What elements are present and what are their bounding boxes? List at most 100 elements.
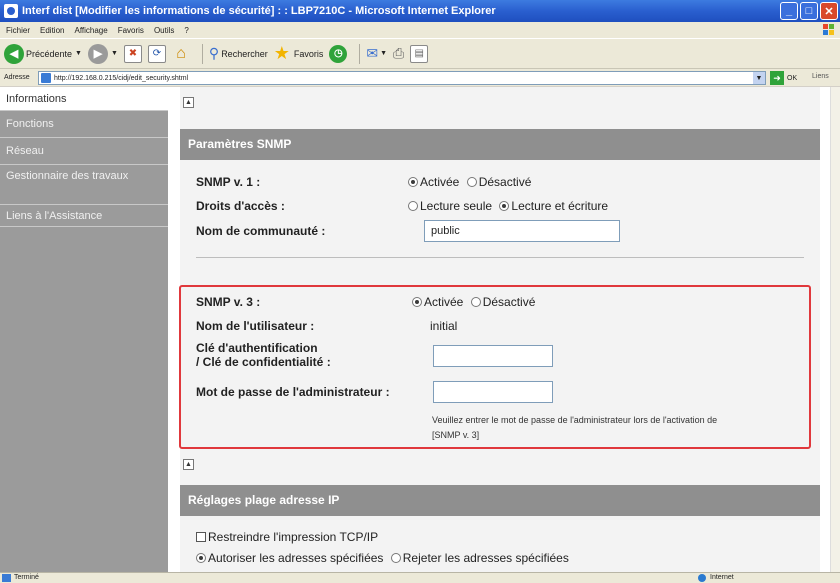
- menu-edit[interactable]: Edition: [40, 26, 64, 35]
- internet-explorer-icon: [4, 4, 18, 18]
- collapse-icon[interactable]: ▲: [183, 459, 194, 470]
- sidebar-item-gestionnaire-des-travaux[interactable]: Gestionnaire des travaux: [0, 165, 168, 205]
- radio-icon: [390, 553, 401, 563]
- maximize-button[interactable]: □: [800, 2, 818, 20]
- reject-addresses-radio[interactable]: Rejeter les adresses spécifiées: [390, 551, 569, 565]
- radio-checked-icon: [196, 553, 206, 563]
- address-input[interactable]: http://192.168.0.215/cidj/edit_security.…: [38, 71, 766, 85]
- toolbar: ◀ Précédente ▼ ▶ ▼ ✖ ⟳ ⌂ ⚲ Rechercher ★ …: [0, 38, 840, 68]
- sidebar-item-fonctions[interactable]: Fonctions: [0, 111, 168, 138]
- user-name-label: Nom de l'utilisateur :: [196, 319, 315, 333]
- vertical-scrollbar[interactable]: [830, 87, 840, 572]
- history-icon: ◷: [329, 44, 348, 63]
- page-viewport: Informations Fonctions Réseau Gestionnai…: [0, 87, 830, 572]
- menu-tools[interactable]: Outils: [154, 26, 174, 35]
- radio-checked-icon: [408, 177, 418, 187]
- search-button[interactable]: ⚲ Rechercher: [209, 45, 268, 62]
- restrict-tcpip-checkbox[interactable]: Restreindre l'impression TCP/IP: [196, 530, 378, 544]
- sidebar-item-reseau[interactable]: Réseau: [0, 138, 168, 165]
- menu-view[interactable]: Affichage: [74, 26, 107, 35]
- read-write-radio[interactable]: Lecture et écriture: [499, 199, 608, 213]
- forward-button[interactable]: ▶ ▼: [87, 43, 118, 64]
- access-rights-options: Lecture seule Lecture et écriture: [408, 199, 608, 213]
- ip-section-header: Réglages plage adresse IP: [180, 485, 820, 516]
- user-name-value: initial: [430, 319, 458, 333]
- toolbar-separator: [201, 43, 203, 64]
- home-button[interactable]: ⌂: [172, 45, 190, 63]
- community-name-input[interactable]: public: [424, 220, 620, 242]
- snmp-v1-label: SNMP v. 1 :: [196, 175, 261, 189]
- chevron-down-icon[interactable]: ▼: [753, 72, 765, 84]
- collapse-icon[interactable]: ▲: [183, 97, 194, 108]
- printer-icon: ⎙: [393, 45, 405, 61]
- forward-arrow-icon: ▶: [87, 43, 108, 64]
- menu-help[interactable]: ?: [184, 26, 188, 35]
- home-icon: ⌂: [176, 44, 186, 62]
- read-only-radio[interactable]: Lecture seule: [408, 199, 492, 213]
- admin-password-input[interactable]: [433, 381, 553, 403]
- favorites-button[interactable]: ★ Favoris: [274, 43, 324, 64]
- star-icon: ★: [273, 43, 290, 63]
- admin-password-note: Veuillez entrer le mot de passe de l'adm…: [432, 415, 718, 440]
- history-button[interactable]: ◷: [329, 44, 348, 63]
- snmp-v3-options: Activée Désactivé: [412, 295, 535, 309]
- document-icon: ▤: [410, 44, 429, 63]
- radio-icon: [408, 201, 418, 211]
- address-url: http://192.168.0.215/cidj/edit_security.…: [54, 74, 189, 82]
- menu-file[interactable]: Fichier: [6, 26, 30, 35]
- search-icon: ⚲: [208, 45, 220, 61]
- snmp-v3-off-radio[interactable]: Désactivé: [470, 295, 535, 309]
- snmp-v1-on-radio[interactable]: Activée: [408, 175, 459, 189]
- chevron-down-icon: ▼: [75, 50, 82, 57]
- admin-password-label: Mot de passe de l'administrateur :: [196, 385, 390, 399]
- sidebar-item-informations[interactable]: Informations: [0, 87, 168, 111]
- menu-favorites[interactable]: Favoris: [118, 26, 144, 35]
- window-title: Interf dist [Modifier les informations d…: [22, 5, 496, 17]
- sidebar: Informations Fonctions Réseau Gestionnai…: [0, 87, 168, 572]
- title-bar: Interf dist [Modifier les informations d…: [0, 0, 840, 22]
- checkbox-icon: [196, 532, 206, 542]
- chevron-down-icon: ▼: [380, 50, 388, 57]
- print-button[interactable]: ⎙: [393, 45, 404, 62]
- security-zone: Internet: [710, 574, 734, 581]
- page-icon: [41, 73, 51, 83]
- status-bar: Terminé Internet: [0, 572, 840, 583]
- window-controls: _ □ ✕: [780, 2, 838, 20]
- radio-checked-icon: [412, 297, 422, 307]
- close-button[interactable]: ✕: [820, 2, 838, 20]
- page-done-icon: [2, 574, 11, 582]
- auth-key-label-line1: Clé d'authentification: [196, 341, 318, 355]
- globe-icon: [698, 574, 706, 582]
- stop-icon: ✖: [123, 44, 142, 63]
- back-button[interactable]: ◀ Précédente ▼: [4, 43, 82, 64]
- chevron-down-icon: ▼: [110, 50, 118, 57]
- edit-page-button[interactable]: ▤: [410, 44, 429, 63]
- auth-key-input[interactable]: [433, 345, 553, 367]
- refresh-button[interactable]: ⟳: [147, 44, 166, 63]
- snmp-section-header: Paramètres SNMP: [180, 129, 820, 160]
- section-divider: [196, 257, 804, 258]
- snmp-v3-label: SNMP v. 3 :: [196, 295, 261, 309]
- minimize-button[interactable]: _: [780, 2, 798, 20]
- links-label[interactable]: Liens: [812, 73, 829, 80]
- address-bar: Adresse http://192.168.0.215/cidj/edit_s…: [0, 68, 840, 86]
- mail-icon: ✉: [366, 45, 379, 61]
- snmp-v3-on-radio[interactable]: Activée: [412, 295, 463, 309]
- access-rights-label: Droits d'accès :: [196, 199, 285, 213]
- go-button[interactable]: ➜ OK: [770, 71, 797, 85]
- main-content: ▲ Paramètres SNMP SNMP v. 1 : Activée Dé…: [168, 87, 830, 572]
- refresh-icon: ⟳: [147, 44, 166, 63]
- toolbar-separator: [359, 43, 361, 64]
- allow-addresses-radio[interactable]: Autoriser les adresses spécifiées: [196, 551, 383, 565]
- status-text: Terminé: [14, 574, 39, 581]
- radio-icon: [470, 297, 481, 307]
- stop-button[interactable]: ✖: [123, 44, 142, 63]
- windows-logo-icon: [823, 24, 834, 35]
- address-label: Adresse: [4, 74, 30, 81]
- radio-icon: [466, 177, 477, 187]
- menu-bar: Fichier Edition Affichage Favoris Outils…: [0, 22, 840, 38]
- mail-button[interactable]: ✉ ▼: [366, 45, 387, 62]
- sidebar-item-liens-assistance[interactable]: Liens à l'Assistance: [0, 205, 168, 227]
- snmp-v1-off-radio[interactable]: Désactivé: [466, 175, 531, 189]
- go-arrow-icon: ➜: [770, 71, 784, 85]
